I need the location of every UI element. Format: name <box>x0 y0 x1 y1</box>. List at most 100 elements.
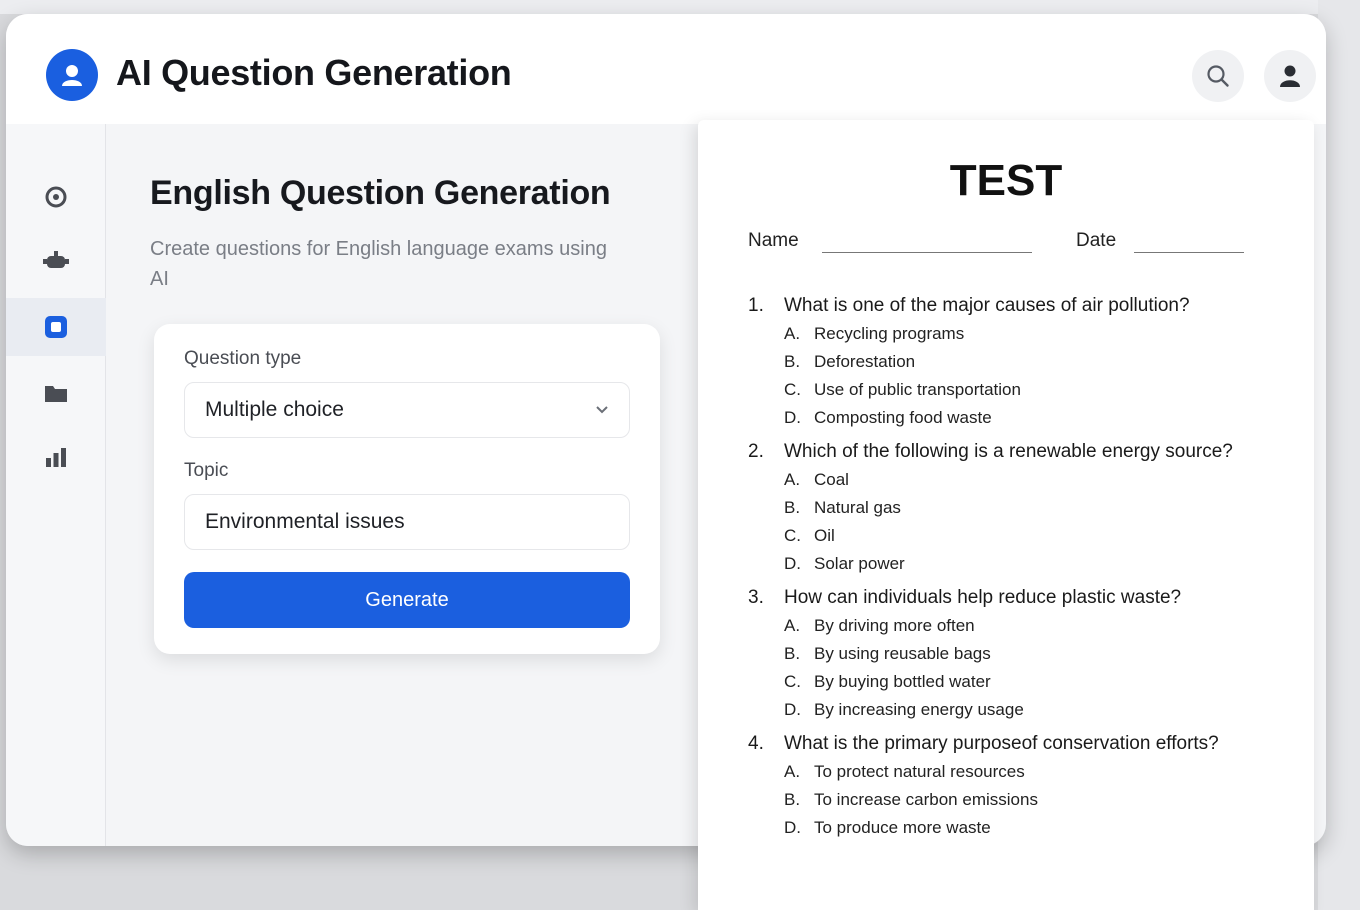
answer-option: D. Composting food waste <box>784 404 1288 432</box>
answer-option: A. To protect natural resources <box>784 758 1288 786</box>
name-label: Name <box>748 230 799 251</box>
option-text: By increasing energy usage <box>814 700 1024 719</box>
option-text: To increase carbon emissions <box>814 790 1038 809</box>
option-text: Oil <box>814 526 835 545</box>
option-list: A. Recycling programs B. Deforestation C. Use… <box>748 320 1288 432</box>
option-text: By driving more often <box>814 616 975 635</box>
question-number: 3. <box>748 587 764 608</box>
name-line <box>822 252 1032 253</box>
option-letter: D. <box>784 408 801 427</box>
option-letter: A. <box>784 616 801 635</box>
option-letter: C. <box>784 672 801 691</box>
sidebar <box>6 124 106 846</box>
generation-form-card: Question type Multiple choice Topic Gene… <box>154 324 660 654</box>
date-line <box>1134 252 1244 253</box>
question-row: 3. How can individuals help reduce plasti… <box>748 584 1288 612</box>
option-text: To protect natural resources <box>814 762 1025 781</box>
question-item: 4. What is the primary purposeof conserva… <box>748 730 1288 842</box>
date-label: Date <box>1076 230 1117 251</box>
sidebar-item-robot[interactable] <box>6 232 106 290</box>
question-text: How can individuals help reduce plastic … <box>784 587 1182 608</box>
search-button[interactable] <box>1192 50 1244 102</box>
answer-option: C. Use of public transportation <box>784 376 1288 404</box>
option-text: Deforestation <box>814 352 916 371</box>
answer-option: A. Coal <box>784 466 1288 494</box>
answer-option: D. To produce more waste <box>784 814 1288 842</box>
question-type-select[interactable]: Multiple choice <box>184 382 630 438</box>
option-letter: C. <box>784 380 801 399</box>
answer-option: B. To increase carbon emissions <box>784 786 1288 814</box>
option-letter: D. <box>784 818 801 837</box>
answer-option: A. By driving more often <box>784 612 1288 640</box>
option-text: Recycling programs <box>814 324 965 343</box>
option-text: To produce more waste <box>814 818 991 837</box>
option-letter: C. <box>784 526 801 545</box>
option-text: Composting food waste <box>814 408 992 427</box>
question-type-label: Question type <box>184 348 302 369</box>
option-letter: A. <box>784 470 801 489</box>
question-number: 1. <box>748 295 764 316</box>
test-paper: TEST Name Date 1. What is one of the majo… <box>698 120 1314 910</box>
option-list: A. Coal B. Natural gas C. Oil D. Solar power <box>748 466 1288 578</box>
question-row: 4. What is the primary purposeof conserva… <box>748 730 1288 758</box>
option-list: A. To protect natural resources B. To incre… <box>748 758 1288 842</box>
profile-button[interactable] <box>1264 50 1316 102</box>
answer-option: C. Oil <box>784 522 1288 550</box>
robot-icon <box>43 251 69 268</box>
answer-option: D. Solar power <box>784 550 1288 578</box>
option-list: A. By driving more often B. By using reusab… <box>748 612 1288 724</box>
question-item: 1. What is one of the major causes of air… <box>748 292 1288 432</box>
option-letter: A. <box>784 324 801 343</box>
question-text: What is one of the major causes of air p… <box>784 295 1190 316</box>
sidebar-item-analytics[interactable] <box>6 428 106 486</box>
option-letter: B. <box>784 352 801 371</box>
search-icon <box>1207 65 1229 87</box>
answer-option: A. Recycling programs <box>784 320 1288 348</box>
topic-label: Topic <box>184 460 229 481</box>
option-letter: B. <box>784 644 801 663</box>
circle-icon <box>45 186 67 208</box>
option-text: Natural gas <box>814 498 901 517</box>
question-item: 2. Which of the following is a renewable … <box>748 438 1288 578</box>
topic-input[interactable] <box>184 494 630 550</box>
bar-chart-icon <box>46 448 66 467</box>
question-text: What is the primary purposeof conservati… <box>784 733 1219 754</box>
folder-icon <box>45 386 67 402</box>
option-letter: D. <box>784 554 801 573</box>
page-subtitle: Create questions for English language ex… <box>150 238 607 290</box>
chevron-down-icon <box>596 406 608 414</box>
option-text: Coal <box>814 470 849 489</box>
question-list: 1. What is one of the major causes of air… <box>748 292 1288 848</box>
test-title: TEST <box>949 156 1063 205</box>
option-text: By using reusable bags <box>814 644 991 663</box>
sidebar-item-folders[interactable] <box>6 364 106 422</box>
page-title: English Question Generation <box>150 174 611 212</box>
question-row: 1. What is one of the major causes of air… <box>748 292 1288 320</box>
app-logo <box>46 49 98 101</box>
generate-button[interactable]: Generate <box>184 572 630 628</box>
question-number: 4. <box>748 733 764 754</box>
answer-option: B. Natural gas <box>784 494 1288 522</box>
document-icon <box>45 316 67 338</box>
answer-option: B. By using reusable bags <box>784 640 1288 668</box>
app-title: AI Question Generation <box>116 52 512 93</box>
sidebar-item-dashboard[interactable] <box>6 168 106 226</box>
app-header: AI Question Generation <box>6 14 1326 124</box>
question-text: Which of the following is a renewable en… <box>784 441 1233 462</box>
answer-option: B. Deforestation <box>784 348 1288 376</box>
answer-option: D. By increasing energy usage <box>784 696 1288 724</box>
question-item: 3. How can individuals help reduce plasti… <box>748 584 1288 724</box>
backdrop-top <box>0 0 1360 14</box>
option-letter: D. <box>784 700 801 719</box>
option-letter: A. <box>784 762 801 781</box>
user-logo-icon <box>62 65 82 86</box>
sidebar-item-questions[interactable] <box>6 298 106 356</box>
option-letter: B. <box>784 498 801 517</box>
question-number: 2. <box>748 441 764 462</box>
user-icon <box>1280 65 1300 87</box>
option-text: By buying bottled water <box>814 672 991 691</box>
answer-option: C. By buying bottled water <box>784 668 1288 696</box>
question-type-value: Multiple choice <box>205 398 344 421</box>
option-text: Solar power <box>814 554 905 573</box>
option-letter: B. <box>784 790 801 809</box>
